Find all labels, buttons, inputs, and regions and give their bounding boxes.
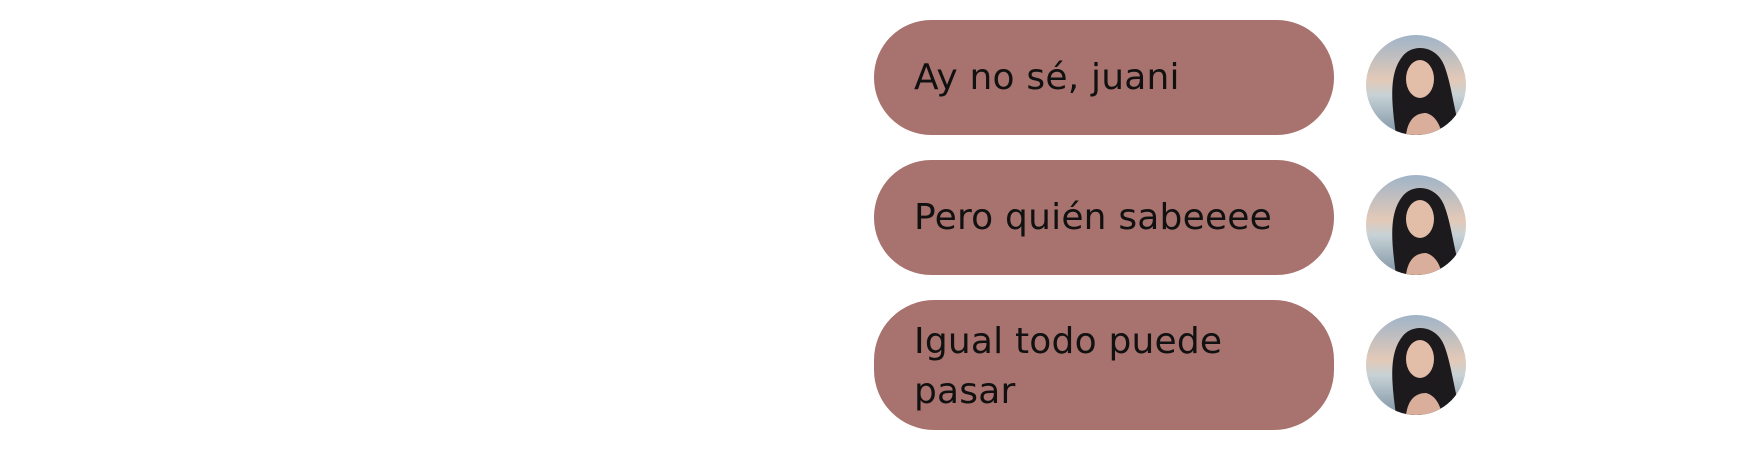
message-bubble[interactable]: Igual todo puede pasar	[874, 300, 1334, 430]
message-row: Igual todo puede pasar	[874, 300, 1466, 430]
chat-thread: Ay no sé, juani Pero quién sabeeee Igual…	[0, 0, 1748, 453]
message-bubble[interactable]: Ay no sé, juani	[874, 20, 1334, 135]
user-avatar-icon[interactable]	[1366, 315, 1466, 415]
message-bubble[interactable]: Pero quién sabeeee	[874, 160, 1334, 275]
user-avatar-icon[interactable]	[1366, 35, 1466, 135]
message-text: Pero quién sabeeee	[914, 196, 1272, 238]
message-row: Pero quién sabeeee	[874, 160, 1466, 275]
message-text: Ay no sé, juani	[914, 56, 1180, 98]
message-row: Ay no sé, juani	[874, 20, 1466, 135]
message-text: Igual todo puede pasar	[914, 321, 1223, 412]
user-avatar-icon[interactable]	[1366, 175, 1466, 275]
